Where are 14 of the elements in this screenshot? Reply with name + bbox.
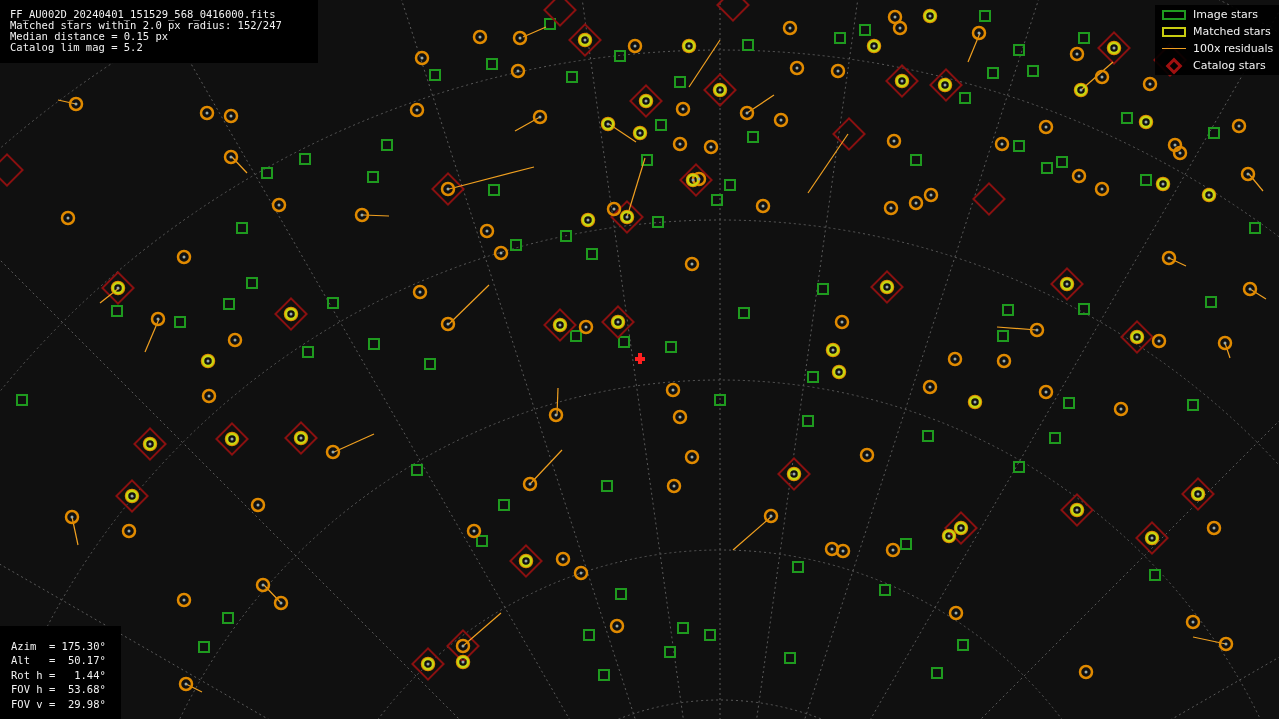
file-info-line: FF_AU002D_20240401_151529_568_0416000.fits [10, 9, 277, 20]
pointing-info-line: FOV h = 53.68° [11, 682, 107, 697]
legend-label: Matched stars [1193, 25, 1271, 38]
file-info-line: Median distance = 0.15 px [10, 31, 169, 42]
file-info-line: Matched stars within 2.0 px radius: 152/247 [10, 20, 283, 31]
pointing-info-line: Alt = 50.17° [11, 653, 107, 668]
pointing-info-line: Azim = 175.30° [11, 638, 107, 653]
pointing-info-line: Rot h = 1.44° [11, 667, 107, 682]
legend-label: Catalog stars [1193, 59, 1266, 72]
center-cross-icon [635, 353, 645, 364]
file-info-line: Catalog lim mag = 5.2 [10, 42, 144, 53]
pointing-info-line: FOV v = 29.98° [11, 696, 107, 711]
legend-label: 100x residuals [1193, 42, 1274, 55]
legend-label: Image stars [1193, 8, 1258, 21]
